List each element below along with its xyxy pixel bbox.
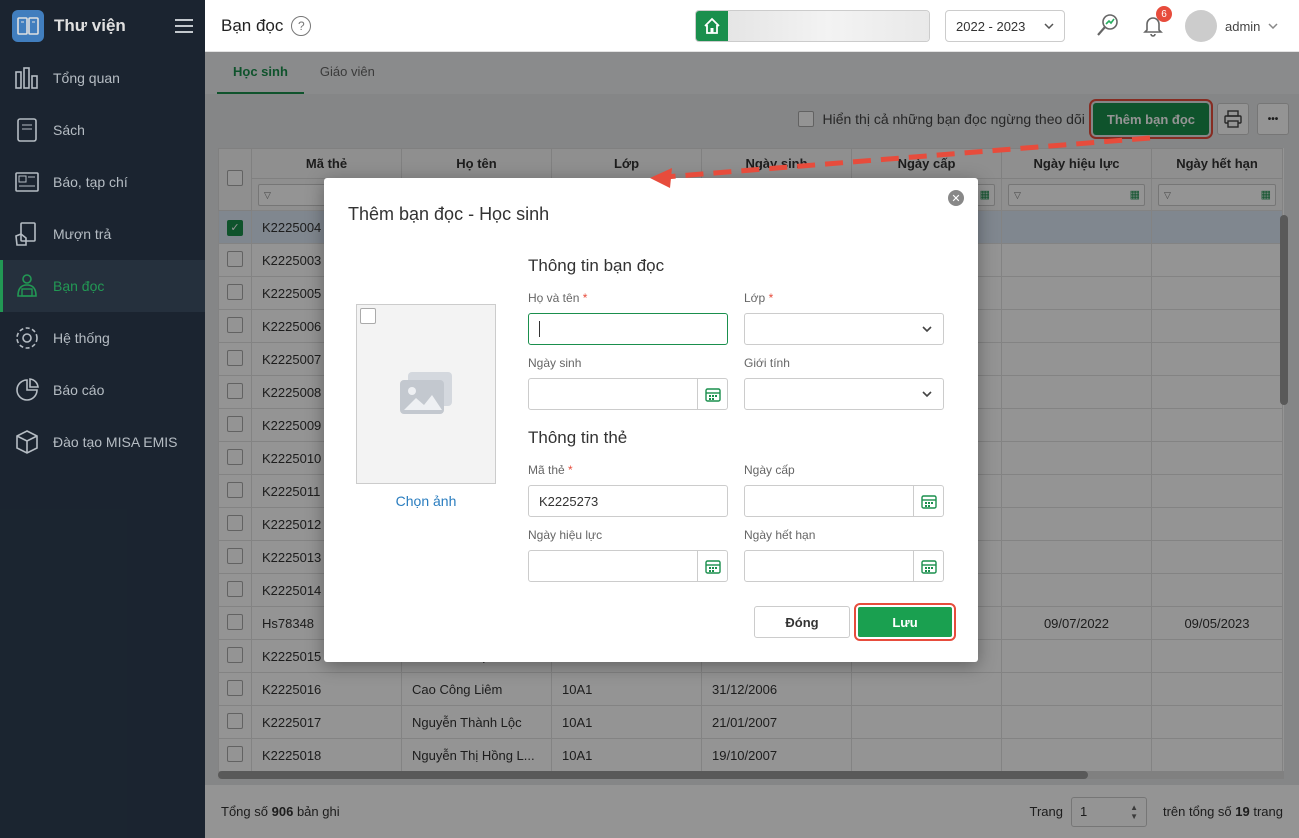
- home-icon: [696, 11, 728, 41]
- expire-date-label: Ngày hết hạn: [744, 528, 816, 542]
- user-name: admin: [1225, 18, 1261, 34]
- reader-info-heading: Thông tin bạn đọc: [528, 256, 665, 275]
- valid-date-input[interactable]: [528, 550, 728, 582]
- modal-backdrop-sidebar: [0, 0, 205, 838]
- issue-date-label: Ngày cấp: [744, 463, 795, 477]
- school-year-select[interactable]: 2022 - 2023: [945, 10, 1065, 42]
- page-title: Bạn đọc: [221, 15, 284, 35]
- card-no-input[interactable]: K2225273: [528, 485, 728, 517]
- gender-select[interactable]: [744, 378, 944, 410]
- photo-checkbox[interactable]: [360, 308, 376, 324]
- close-icon[interactable]: ✕: [948, 190, 964, 206]
- expire-date-input[interactable]: [744, 550, 944, 582]
- choose-photo-link[interactable]: Chọn ảnh: [356, 493, 496, 509]
- user-menu[interactable]: admin: [1185, 10, 1278, 42]
- school-year-value: 2022 - 2023: [956, 18, 1026, 34]
- class-select[interactable]: [744, 313, 944, 345]
- photo-placeholder[interactable]: [356, 304, 496, 484]
- calendar-icon[interactable]: [913, 551, 943, 581]
- add-reader-dialog: Thêm bạn đọc - Học sinh ✕ Chọn ảnh Thông…: [324, 178, 978, 662]
- chevron-down-icon: [922, 391, 932, 398]
- valid-date-label: Ngày hiệu lực: [528, 528, 603, 542]
- calendar-icon[interactable]: [697, 551, 727, 581]
- dialog-title: Thêm bạn đọc - Học sinh: [348, 204, 550, 224]
- close-button[interactable]: Đóng: [754, 606, 850, 638]
- notification-badge: 6: [1156, 6, 1172, 22]
- card-no-value: K2225273: [539, 493, 599, 509]
- notification-bell-icon[interactable]: 6: [1138, 6, 1172, 40]
- help-icon[interactable]: ?: [291, 15, 312, 36]
- gender-label: Giới tính: [744, 356, 790, 370]
- dob-label: Ngày sinh: [528, 356, 582, 370]
- chevron-down-icon: [922, 326, 932, 333]
- school-name-blurred: [728, 11, 929, 41]
- school-selector[interactable]: [695, 10, 930, 42]
- full-name-input[interactable]: [528, 313, 728, 345]
- chevron-down-icon: [1268, 23, 1278, 29]
- dob-input[interactable]: [528, 378, 728, 410]
- top-bar: Bạn đọc ? 2022 - 2023 6 admin: [205, 0, 1299, 52]
- class-label: Lớp *: [744, 291, 774, 305]
- calendar-icon[interactable]: [697, 379, 727, 409]
- avatar: [1185, 10, 1217, 42]
- issue-date-input[interactable]: [744, 485, 944, 517]
- card-no-label: Mã thẻ *: [528, 463, 573, 477]
- chevron-down-icon: [1044, 23, 1054, 29]
- full-name-label: Họ và tên *: [528, 291, 588, 305]
- image-placeholder-icon: [400, 372, 452, 414]
- search-analytics-icon[interactable]: [1093, 10, 1123, 40]
- card-info-heading: Thông tin thẻ: [528, 428, 628, 447]
- save-button[interactable]: Lưu: [854, 603, 956, 641]
- calendar-icon[interactable]: [913, 486, 943, 516]
